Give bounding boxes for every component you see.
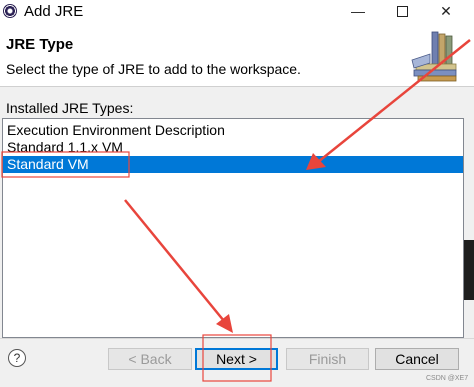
finish-button[interactable]: Finish — [286, 348, 369, 370]
eclipse-icon — [3, 4, 17, 18]
back-button[interactable]: < Back — [108, 348, 192, 370]
watermark: CSDN @XE7 — [426, 375, 469, 382]
background-window-edge — [464, 240, 474, 300]
title-bar: Add JRE — ✕ — [0, 0, 474, 26]
next-button[interactable]: Next > — [195, 348, 278, 370]
list-item-execution-environment-description[interactable]: Execution Environment Description — [3, 122, 463, 139]
list-item-standard-vm[interactable]: Standard VM — [3, 156, 463, 173]
cancel-button[interactable]: Cancel — [375, 348, 459, 370]
page-description: Select the type of JRE to add to the wor… — [6, 61, 301, 77]
minimize-button[interactable]: — — [336, 0, 380, 24]
wizard-header: JRE Type Select the type of JRE to add t… — [0, 26, 474, 87]
maximize-icon — [396, 6, 408, 17]
footer-divider — [0, 338, 474, 339]
books-icon — [411, 31, 457, 82]
maximize-button[interactable] — [380, 0, 424, 24]
window-title: Add JRE — [24, 3, 84, 20]
close-button[interactable]: ✕ — [424, 0, 468, 24]
list-item-standard-1-1-x-vm[interactable]: Standard 1.1.x VM — [3, 139, 463, 156]
installed-jre-types-label: Installed JRE Types: — [6, 100, 134, 116]
help-button[interactable]: ? — [8, 349, 26, 367]
page-title: JRE Type — [6, 36, 74, 53]
jre-types-list[interactable]: Execution Environment Description Standa… — [2, 118, 464, 338]
